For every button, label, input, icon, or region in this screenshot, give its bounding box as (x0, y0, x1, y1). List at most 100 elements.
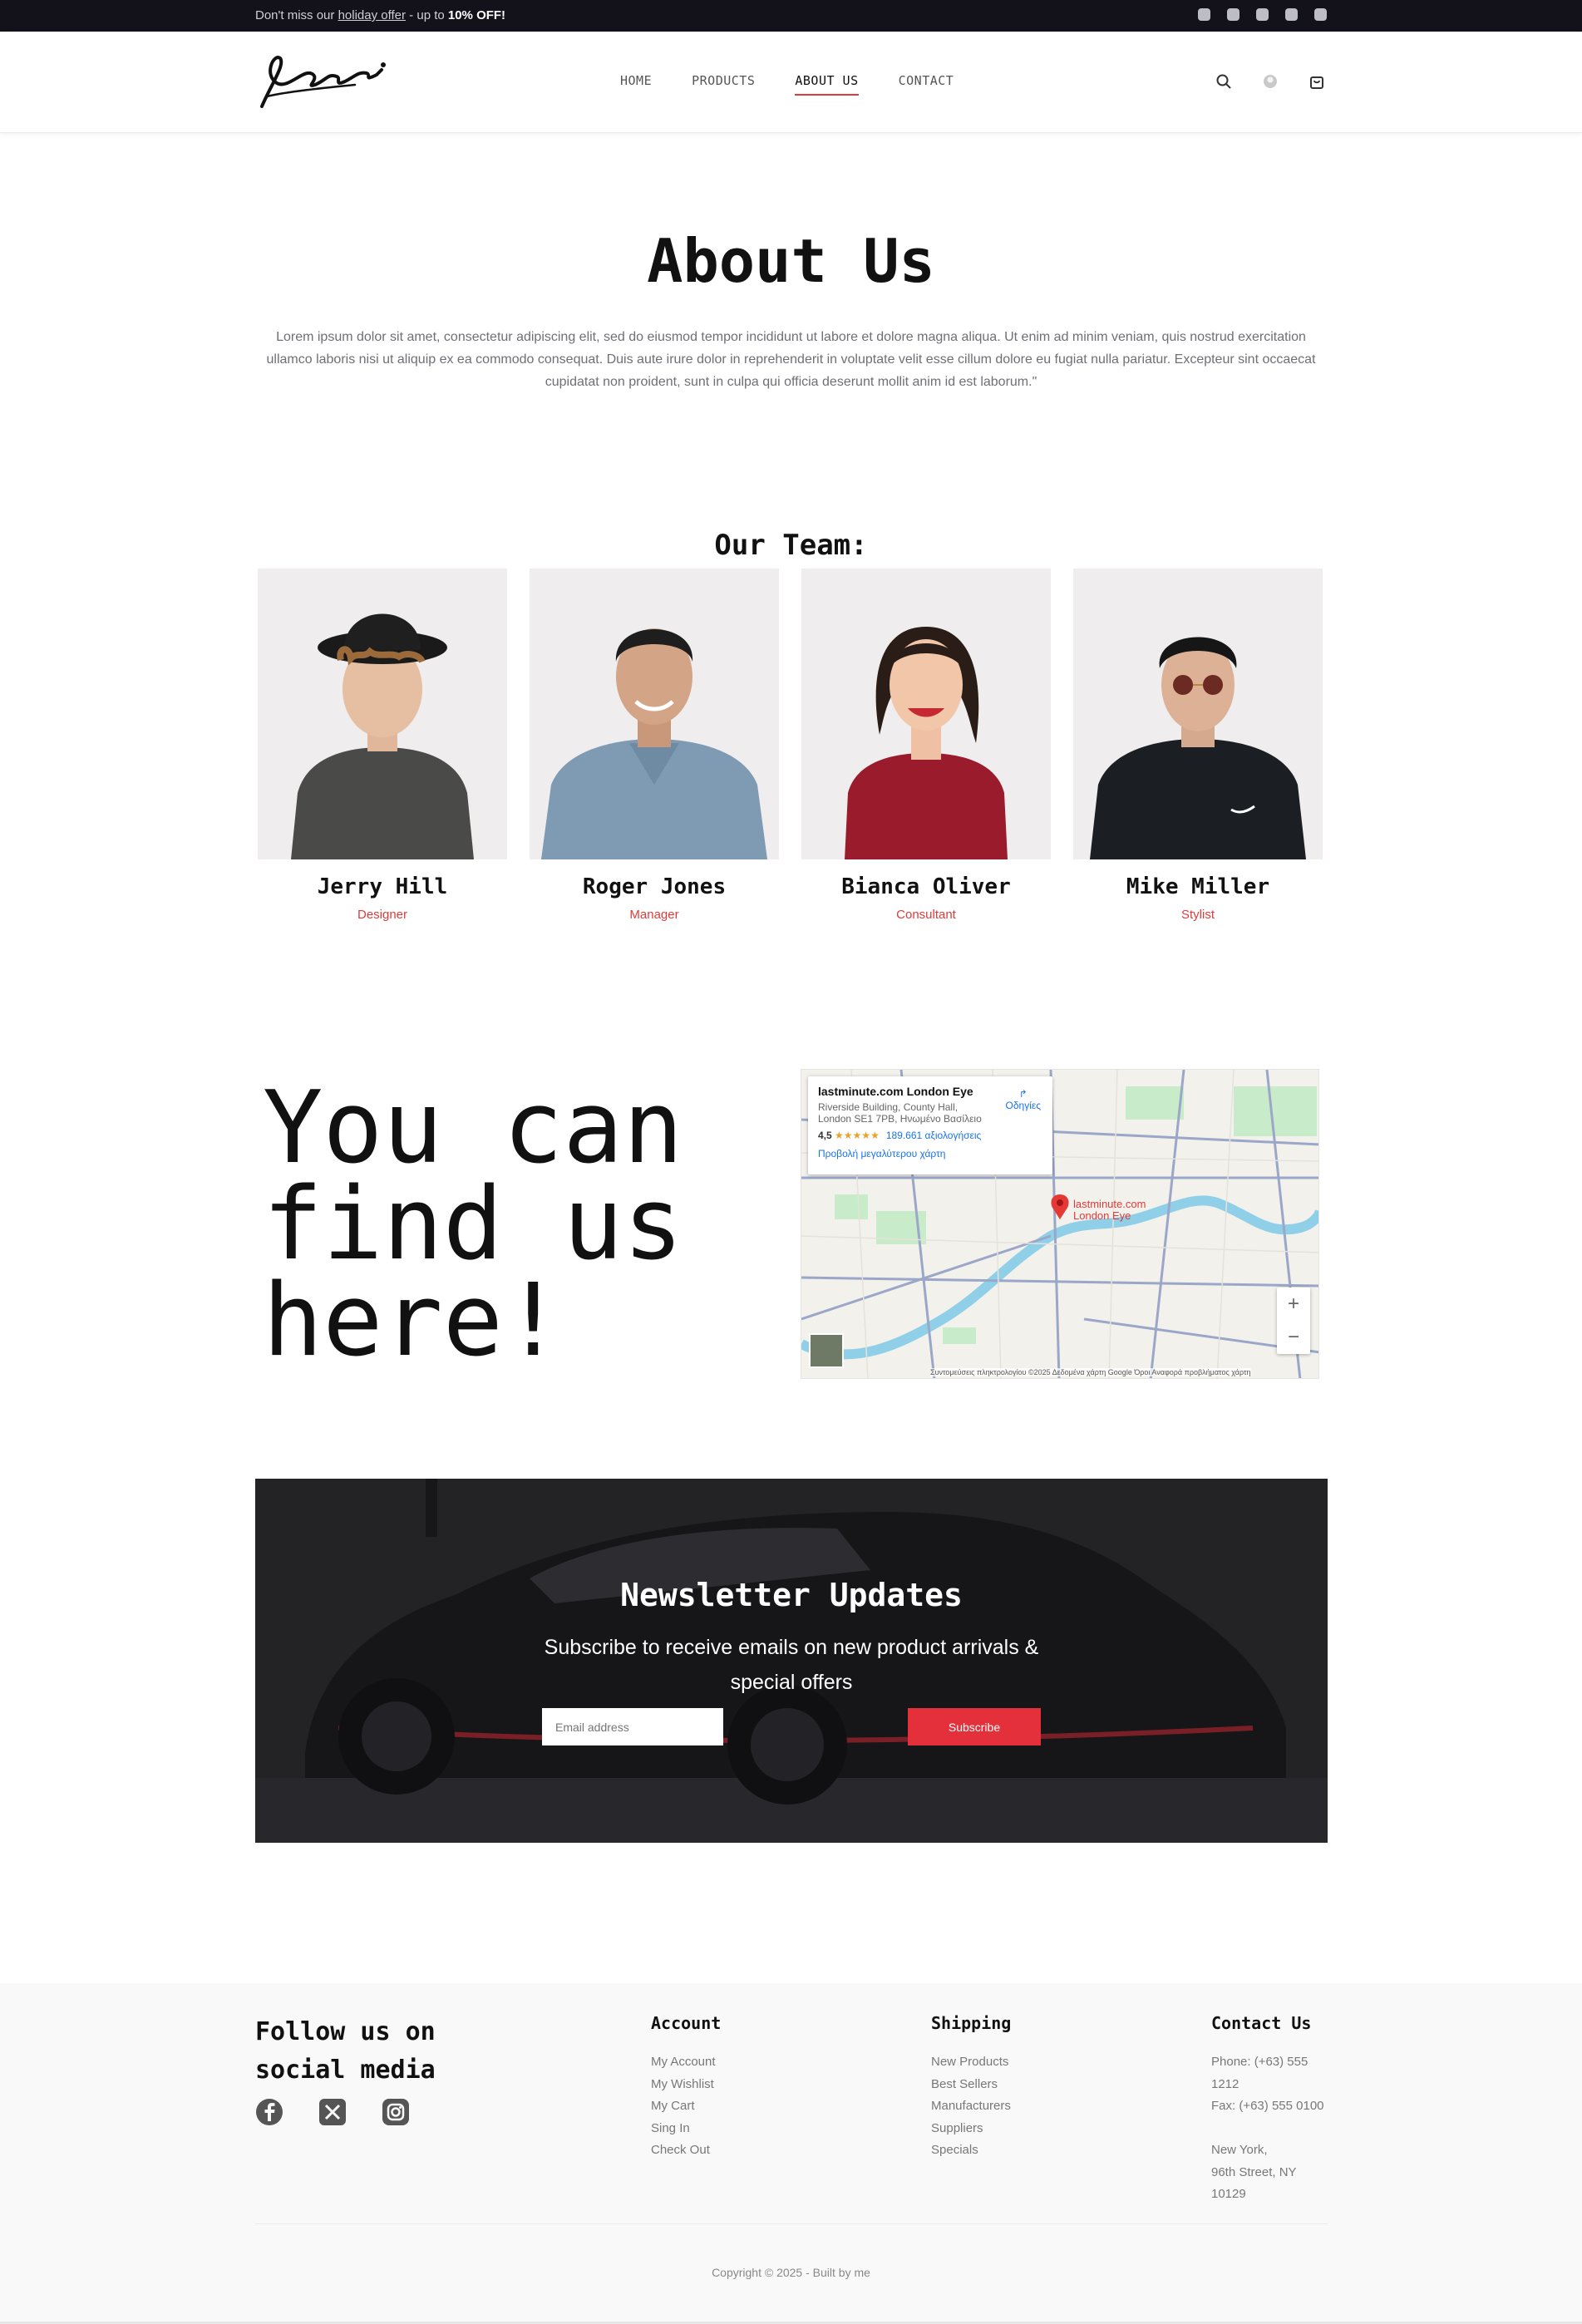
email-field[interactable] (542, 1708, 723, 1745)
newsletter-title: Newsletter Updates (620, 1577, 963, 1613)
site-header: HOME PRODUCTS ABOUT US CONTACT (0, 32, 1582, 133)
directions-icon: ↱ (1018, 1088, 1028, 1100)
map-place-card: lastminute.com London Eye Riverside Buil… (808, 1076, 1052, 1174)
team-name: Roger Jones (582, 874, 727, 899)
search-icon[interactable] (1215, 73, 1232, 90)
announcement-prefix: Don't miss our (255, 8, 338, 22)
zoom-in-button[interactable]: + (1277, 1288, 1310, 1321)
footer-link[interactable]: Specials (931, 2139, 1011, 2162)
user-icon[interactable] (1262, 73, 1279, 90)
footer-link[interactable]: Check Out (651, 2139, 721, 2162)
team-role: Stylist (1180, 908, 1215, 922)
map-directions-label: Οδηγίες (1005, 1100, 1042, 1111)
team-photo (258, 569, 507, 859)
logo[interactable] (255, 50, 388, 113)
footer-socials (255, 2098, 410, 2130)
footer-account-column: Account My Account My Wishlist My Cart S… (651, 2013, 721, 2162)
announcement-highlight: 10% OFF! (447, 8, 506, 22)
footer-contact-title: Contact Us (1211, 2013, 1312, 2033)
zoom-out-button[interactable]: − (1277, 1321, 1310, 1354)
footer-link[interactable]: My Wishlist (651, 2074, 721, 2096)
contact-line: Phone: (+63) 555 (1211, 2055, 1308, 2069)
nav-contact[interactable]: CONTACT (899, 73, 954, 88)
nav-about-us[interactable]: ABOUT US (795, 73, 859, 96)
team-name: Bianca Oliver (841, 874, 1011, 899)
newsletter-subtitle-line: Subscribe to receive emails on new produ… (544, 1636, 1039, 1659)
team-card: Bianca Oliver Consultant (801, 569, 1051, 922)
team-name: Mike Miller (1126, 874, 1270, 899)
page-title: About Us (647, 226, 935, 296)
map-address-line: London SE1 7PB, Ηνωμένο Βασίλειο (818, 1113, 982, 1125)
footer-shipping-title: Shipping (931, 2013, 1012, 2033)
footer-link[interactable]: Best Sellers (931, 2074, 1011, 2096)
facebook-icon[interactable] (1198, 8, 1210, 21)
instagram-icon[interactable] (1256, 8, 1269, 21)
footer-shipping-column: Shipping New Products Best Sellers Manuf… (931, 2013, 1011, 2162)
team-photo (801, 569, 1051, 859)
find-us-line: here! (263, 1263, 564, 1379)
embedded-map[interactable]: lastminute.com London Eye Riverside Buil… (801, 1069, 1319, 1379)
team-card: Roger Jones Manager (530, 569, 779, 922)
about-text: Lorem ipsum dolor sit amet, consectetur … (266, 330, 1316, 389)
nav-home[interactable]: HOME (620, 73, 652, 88)
team-card: Jerry Hill Designer (258, 569, 507, 922)
team-photo (530, 569, 779, 859)
team-role: Manager (629, 908, 679, 922)
nav-products[interactable]: PRODUCTS (692, 73, 755, 88)
footer-link[interactable]: New Products (931, 2051, 1011, 2074)
map-attribution: Συντομεύσεις πληκτρολογίου ©2025 Δεδομέν… (930, 1368, 1251, 1376)
mail-icon[interactable] (1285, 8, 1298, 21)
x-icon[interactable] (318, 2098, 347, 2130)
team-role: Designer (357, 908, 408, 922)
footer-follow-line: social media (255, 2056, 436, 2085)
announcement-middle: - up to (406, 8, 448, 22)
find-us-line: find us (263, 1167, 683, 1283)
find-us-heading: You can find us here! (263, 1071, 683, 1379)
team-grid: Jerry Hill Designer Roger Jones Manager (258, 569, 1323, 922)
subscribe-button[interactable]: Subscribe (908, 1708, 1041, 1745)
contact-line: 96th Street, NY (1211, 2164, 1297, 2179)
phone-icon[interactable] (1314, 8, 1327, 21)
footer-link[interactable]: Suppliers (931, 2118, 1011, 2140)
newsletter-subtitle: Subscribe to receive emails on new produ… (255, 1630, 1328, 1700)
footer-link[interactable]: Sing In (651, 2118, 721, 2140)
star-icon: ★★★★★ (835, 1130, 880, 1141)
map-pin-label: lastminute.com London Eye (1073, 1198, 1146, 1222)
header-icons (1215, 73, 1325, 90)
team-title: Our Team: (714, 529, 868, 562)
contact-line: Fax: (+63) 555 0100 (1211, 2099, 1324, 2113)
main-nav: HOME PRODUCTS ABOUT US CONTACT (620, 73, 954, 96)
footer-link[interactable]: Manufacturers (931, 2095, 1011, 2118)
footer-divider (255, 2223, 1328, 2224)
footer-contact-column: Contact Us Phone: (+63) 555 1212 Fax: (+… (1211, 2013, 1324, 2206)
announcement-text: Don't miss our holiday offer - up to 10%… (255, 8, 505, 22)
newsletter-subtitle-line: special offers (730, 1671, 853, 1694)
footer-link[interactable]: My Cart (651, 2095, 721, 2118)
team-name: Jerry Hill (317, 874, 448, 899)
site-footer: Follow us on social media Account My Acc… (0, 1983, 1582, 2324)
team-photo (1073, 569, 1323, 859)
map-rating: 4,5 ★★★★★ 189.661 αξιολογήσεις (818, 1130, 1042, 1141)
contact-line: 10129 (1211, 2187, 1246, 2201)
x-icon[interactable] (1227, 8, 1239, 21)
map-directions[interactable]: ↱ Οδηγίες (1006, 1088, 1042, 1111)
newsletter-section: Newsletter Updates Subscribe to receive … (255, 1479, 1328, 1843)
instagram-icon[interactable] (382, 2098, 410, 2130)
map-larger-link[interactable]: Προβολή μεγαλύτερου χάρτη (818, 1148, 1042, 1160)
map-zoom-controls: + − (1277, 1288, 1310, 1354)
copyright: Copyright © 2025 - Built by me (712, 2266, 870, 2279)
contact-line (1211, 2118, 1324, 2140)
holiday-offer-link[interactable]: holiday offer (338, 8, 406, 22)
find-us-line: You can (263, 1071, 683, 1186)
map-reviews-link[interactable]: 189.661 αξιολογήσεις (886, 1130, 982, 1141)
contact-line: 1212 (1211, 2076, 1239, 2091)
footer-account-title: Account (651, 2013, 722, 2033)
footer-follow-line: Follow us on (255, 2017, 436, 2046)
cart-icon[interactable] (1308, 73, 1325, 90)
facebook-icon[interactable] (255, 2098, 283, 2130)
footer-link[interactable]: My Account (651, 2051, 721, 2074)
team-role: Consultant (896, 908, 956, 922)
footer-follow-heading: Follow us on social media (255, 2013, 436, 2090)
team-card: Mike Miller Stylist (1073, 569, 1323, 922)
map-rating-value: 4,5 (818, 1130, 832, 1141)
